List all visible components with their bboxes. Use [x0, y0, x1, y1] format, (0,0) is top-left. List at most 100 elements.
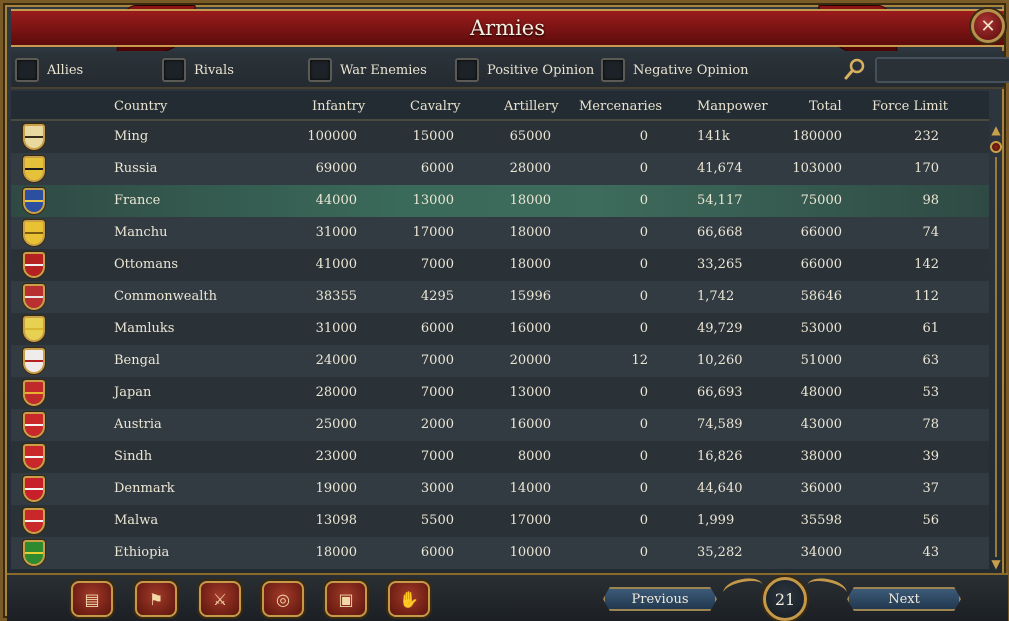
table-row[interactable]: France 44000 13000 18000 0 54,117 75000 98 — [11, 185, 989, 217]
cell-country[interactable]: Austria — [114, 417, 162, 432]
header-infantry[interactable]: Infantry — [312, 99, 365, 114]
country-flag-icon[interactable] — [23, 348, 45, 374]
next-button[interactable]: Next — [847, 587, 961, 611]
table-row[interactable]: Denmark 19000 3000 14000 0 44,640 36000 37 — [11, 473, 989, 505]
country-flag-icon[interactable] — [23, 252, 45, 278]
country-flag-icon[interactable] — [23, 316, 45, 342]
cell-cavalry: 7000 — [420, 449, 454, 464]
cell-country[interactable]: Ming — [114, 129, 148, 144]
table-row[interactable]: Manchu 31000 17000 18000 0 66,668 66000 74 — [11, 217, 989, 249]
table-row[interactable]: Malwa 13098 5500 17000 0 1,999 35598 56 — [11, 505, 989, 537]
cell-country[interactable]: Japan — [114, 385, 151, 400]
economy-tab-button[interactable]: ◎ — [262, 581, 304, 617]
cell-country[interactable]: Sindh — [114, 449, 152, 464]
country-flag-icon[interactable] — [23, 188, 45, 214]
country-flag-icon[interactable] — [23, 508, 45, 534]
country-flag-icon[interactable] — [23, 124, 45, 150]
country-flag-icon[interactable] — [23, 156, 45, 182]
table-row[interactable]: Ottomans 41000 7000 18000 0 33,265 66000 142 — [11, 249, 989, 281]
cell-country[interactable]: Denmark — [114, 481, 175, 496]
filter-label: War Enemies — [340, 62, 427, 78]
filter-positive-opinion[interactable]: Positive Opinion — [455, 57, 594, 83]
cell-manpower: 1,742 — [697, 289, 735, 304]
cell-country[interactable]: Commonwealth — [114, 289, 217, 304]
header-force-limit[interactable]: Force Limit — [872, 99, 948, 114]
trade-tab-button[interactable]: ▣ — [325, 581, 367, 617]
header-artillery[interactable]: Artillery — [504, 99, 559, 114]
table-row[interactable]: Japan 28000 7000 13000 0 66,693 48000 53 — [11, 377, 989, 409]
filter-label: Allies — [47, 62, 84, 78]
right-wing-decoration — [805, 575, 849, 603]
cell-artillery: 14000 — [509, 481, 551, 496]
cell-manpower: 74,589 — [697, 417, 743, 432]
negative-opinion-checkbox[interactable] — [601, 58, 625, 82]
table-row[interactable]: Sindh 23000 7000 8000 0 16,826 38000 39 — [11, 441, 989, 473]
header-manpower[interactable]: Manpower — [697, 99, 768, 114]
country-flag-icon[interactable] — [23, 284, 45, 310]
cell-total: 103000 — [792, 161, 842, 176]
country-flag-icon[interactable] — [23, 412, 45, 438]
previous-button[interactable]: Previous — [603, 587, 717, 611]
country-flag-icon[interactable] — [23, 476, 45, 502]
header-mercenaries[interactable]: Mercenaries — [579, 99, 662, 114]
cell-manpower: 54,117 — [697, 193, 743, 208]
allies-checkbox[interactable] — [15, 58, 39, 82]
vertical-scrollbar[interactable]: ▲ ▼ — [989, 123, 1003, 573]
cell-artillery: 28000 — [509, 161, 551, 176]
table-row[interactable]: Russia 69000 6000 28000 0 41,674 103000 170 — [11, 153, 989, 185]
cell-artillery: 16000 — [509, 321, 551, 336]
table-row[interactable]: Mamluks 31000 6000 16000 0 49,729 53000 61 — [11, 313, 989, 345]
search-input[interactable] — [875, 57, 1009, 83]
title-bar: Armies — [11, 9, 1004, 47]
scroll-track[interactable] — [995, 157, 997, 557]
coins-icon: ◎ — [276, 589, 290, 609]
cell-total: 180000 — [792, 129, 842, 144]
cell-force-limit: 56 — [922, 513, 939, 528]
military-tab-button[interactable]: ⚔ — [199, 581, 241, 617]
cell-cavalry: 6000 — [420, 321, 454, 336]
search-icon[interactable] — [843, 57, 867, 81]
chest-icon: ▣ — [338, 589, 354, 609]
ledger-tab-button[interactable]: ▤ — [71, 581, 113, 617]
filter-allies[interactable]: Allies — [15, 57, 83, 83]
diplomacy-tab-button[interactable]: ✋ — [388, 581, 430, 617]
table-row[interactable]: Ming 100000 15000 65000 0 141k 180000 232 — [11, 121, 989, 153]
filter-negative-opinion[interactable]: Negative Opinion — [601, 57, 749, 83]
scroll-down-icon[interactable]: ▼ — [989, 557, 1003, 571]
rivals-checkbox[interactable] — [162, 58, 186, 82]
scroll-up-icon[interactable]: ▲ — [989, 123, 1003, 137]
flag-tab-button[interactable]: ⚑ — [135, 581, 177, 617]
table-row[interactable]: Bengal 24000 7000 20000 12 10,260 51000 63 — [11, 345, 989, 377]
cell-cavalry: 15000 — [412, 129, 454, 144]
war-enemies-checkbox[interactable] — [308, 58, 332, 82]
positive-opinion-checkbox[interactable] — [455, 58, 479, 82]
cell-country[interactable]: Ethiopia — [114, 545, 169, 560]
cell-cavalry: 5500 — [420, 513, 454, 528]
filter-war-enemies[interactable]: War Enemies — [308, 57, 427, 83]
table-row[interactable]: Austria 25000 2000 16000 0 74,589 43000 78 — [11, 409, 989, 441]
cell-country[interactable]: Russia — [114, 161, 157, 176]
scroll-thumb[interactable] — [990, 141, 1002, 153]
country-flag-icon[interactable] — [23, 220, 45, 246]
filter-rivals[interactable]: Rivals — [162, 57, 234, 83]
header-country[interactable]: Country — [114, 99, 167, 114]
table-row[interactable]: Commonwealth 38355 4295 15996 0 1,742 58646 112 — [11, 281, 989, 313]
cell-force-limit: 43 — [922, 545, 939, 560]
cell-artillery: 65000 — [509, 129, 551, 144]
header-total[interactable]: Total — [809, 99, 842, 114]
cell-infantry: 31000 — [315, 225, 357, 240]
cell-country[interactable]: Ottomans — [114, 257, 178, 272]
cell-artillery: 18000 — [509, 257, 551, 272]
country-flag-icon[interactable] — [23, 540, 45, 566]
cell-country[interactable]: Mamluks — [114, 321, 174, 336]
table-row[interactable]: Ethiopia 18000 6000 10000 0 35,282 34000 43 — [11, 537, 989, 569]
header-cavalry[interactable]: Cavalry — [410, 99, 461, 114]
country-flag-icon[interactable] — [23, 380, 45, 406]
cell-country[interactable]: Manchu — [114, 225, 167, 240]
cell-country[interactable]: France — [114, 193, 160, 208]
country-flag-icon[interactable] — [23, 444, 45, 470]
cell-country[interactable]: Malwa — [114, 513, 158, 528]
cell-country[interactable]: Bengal — [114, 353, 160, 368]
close-button[interactable]: ✕ — [971, 9, 1005, 43]
cell-infantry: 24000 — [315, 353, 357, 368]
